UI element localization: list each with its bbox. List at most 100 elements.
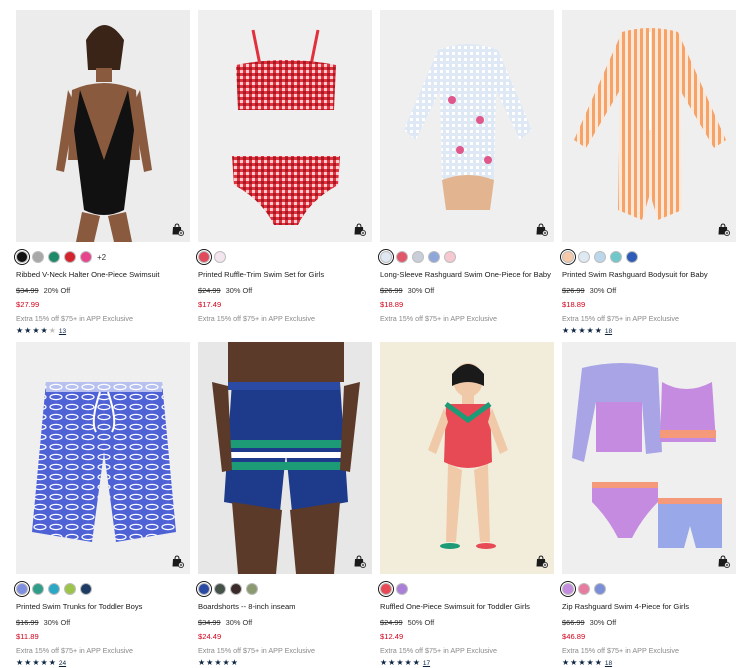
color-swatch[interactable] — [560, 249, 576, 265]
rating[interactable]: ★ ★ ★ ★ ★ 24 — [16, 659, 190, 667]
color-swatch[interactable] — [80, 583, 92, 595]
product-card[interactable]: Printed Ruffle-Trim Swim Set for Girls $… — [196, 10, 372, 342]
add-to-bag-icon[interactable] — [534, 554, 548, 568]
original-price: $66.99 — [562, 618, 585, 627]
color-swatch[interactable] — [412, 251, 424, 263]
star-icon: ★ — [570, 658, 578, 667]
color-swatch[interactable] — [196, 581, 212, 597]
color-swatch[interactable] — [378, 581, 394, 597]
color-swatch[interactable] — [626, 251, 638, 263]
add-to-bag-icon[interactable] — [716, 222, 730, 236]
add-to-bag-icon[interactable] — [170, 554, 184, 568]
sale-price: $18.89 — [562, 300, 586, 309]
star-icon: ★ — [214, 658, 222, 667]
color-swatch[interactable] — [14, 581, 30, 597]
color-swatch[interactable] — [560, 581, 576, 597]
product-image[interactable] — [562, 10, 736, 242]
review-count[interactable]: 18 — [605, 328, 612, 335]
rating[interactable]: ★ ★ ★ ★ ★ 13 — [16, 327, 190, 335]
add-to-bag-icon[interactable] — [352, 222, 366, 236]
rating[interactable]: ★ ★ ★ ★ ★ 17 — [380, 659, 554, 667]
review-count[interactable]: 17 — [423, 660, 430, 667]
more-colors-label[interactable]: +2 — [97, 253, 106, 262]
product-card[interactable]: Zip Rashguard Swim 4-Piece for Girls $66… — [560, 342, 736, 668]
price-line: $66.99 30% Off — [562, 618, 736, 628]
product-image[interactable] — [198, 342, 372, 574]
product-name[interactable]: Printed Ruffle-Trim Swim Set for Girls — [198, 270, 372, 280]
star-icon: ★ — [594, 326, 602, 335]
color-swatch[interactable] — [48, 251, 60, 263]
add-to-bag-icon[interactable] — [352, 554, 366, 568]
color-swatch[interactable] — [196, 249, 212, 265]
color-swatch[interactable] — [214, 251, 226, 263]
product-card[interactable]: Boardshorts -- 8-inch inseam $34.99 30% … — [196, 342, 372, 668]
color-swatch[interactable] — [444, 251, 456, 263]
product-image[interactable] — [198, 10, 372, 242]
color-swatch[interactable] — [32, 583, 44, 595]
color-swatch[interactable] — [428, 251, 440, 263]
price-line: $34.99 20% Off — [16, 286, 190, 296]
product-image[interactable] — [562, 342, 736, 574]
product-name[interactable]: Long-Sleeve Rashguard Swim One-Piece for… — [380, 270, 554, 280]
star-rating: ★ ★ ★ ★ ★ — [16, 659, 56, 667]
rating[interactable]: ★ ★ ★ ★ ★ 18 — [562, 327, 736, 335]
add-to-bag-icon[interactable] — [170, 222, 184, 236]
star-icon: ★ — [586, 658, 594, 667]
product-card[interactable]: Printed Swim Trunks for Toddler Boys $16… — [14, 342, 190, 668]
star-rating: ★ ★ ★ ★ ★ — [562, 659, 602, 667]
star-icon: ★ — [32, 658, 40, 667]
color-swatch[interactable] — [14, 249, 30, 265]
star-icon: ★ — [586, 326, 594, 335]
product-card[interactable]: +2 Ribbed V-Neck Halter One-Piece Swimsu… — [14, 10, 190, 342]
color-swatch[interactable] — [578, 251, 590, 263]
star-icon: ★ — [206, 658, 214, 667]
boardshorts-model-image — [212, 342, 360, 574]
star-icon: ★ — [24, 658, 32, 667]
discount-label: 30% Off — [225, 618, 253, 627]
review-count[interactable]: 24 — [59, 660, 66, 667]
product-card[interactable]: Long-Sleeve Rashguard Swim One-Piece for… — [378, 10, 554, 342]
product-image[interactable] — [16, 342, 190, 574]
promo-text: Extra 15% off $75+ in APP Exclusive — [380, 314, 497, 323]
toddler-swimsuit-image — [428, 363, 508, 549]
review-count[interactable]: 13 — [59, 328, 66, 335]
color-swatch[interactable] — [246, 583, 258, 595]
color-swatch[interactable] — [396, 251, 408, 263]
color-swatch[interactable] — [32, 251, 44, 263]
rating[interactable]: ★ ★ ★ ★ ★ — [198, 659, 372, 667]
rating[interactable]: ★ ★ ★ ★ ★ 18 — [562, 659, 736, 667]
star-icon: ★ — [388, 658, 396, 667]
color-swatch[interactable] — [378, 249, 394, 265]
color-swatch[interactable] — [396, 583, 408, 595]
product-name[interactable]: Boardshorts -- 8-inch inseam — [198, 602, 372, 612]
color-swatch[interactable] — [594, 251, 606, 263]
color-swatch[interactable] — [594, 583, 606, 595]
four-piece-set-image — [572, 363, 722, 548]
color-swatch[interactable] — [214, 583, 226, 595]
product-image[interactable] — [380, 10, 554, 242]
review-count[interactable]: 18 — [605, 660, 612, 667]
color-swatches: +2 — [14, 249, 190, 265]
promo-text: Extra 15% off $75+ in APP Exclusive — [16, 314, 133, 323]
add-to-bag-icon[interactable] — [534, 222, 548, 236]
color-swatch[interactable] — [610, 251, 622, 263]
product-card[interactable]: Ruffled One-Piece Swimsuit for Toddler G… — [378, 342, 554, 668]
color-swatch[interactable] — [578, 583, 590, 595]
product-image[interactable] — [380, 342, 554, 574]
product-name[interactable]: Printed Swim Rashguard Bodysuit for Baby — [562, 270, 736, 280]
product-image[interactable] — [16, 10, 190, 242]
original-price: $24.99 — [198, 286, 221, 295]
color-swatch[interactable] — [230, 583, 242, 595]
discount-label: 30% Off — [43, 618, 71, 627]
color-swatch[interactable] — [64, 583, 76, 595]
product-name[interactable]: Printed Swim Trunks for Toddler Boys — [16, 602, 190, 612]
color-swatch[interactable] — [80, 251, 92, 263]
color-swatch[interactable] — [64, 251, 76, 263]
product-name[interactable]: Zip Rashguard Swim 4-Piece for Girls — [562, 602, 736, 612]
product-card[interactable]: Printed Swim Rashguard Bodysuit for Baby… — [560, 10, 736, 342]
product-name[interactable]: Ruffled One-Piece Swimsuit for Toddler G… — [380, 602, 554, 612]
add-to-bag-icon[interactable] — [716, 554, 730, 568]
original-price: $16.99 — [16, 618, 39, 627]
product-name[interactable]: Ribbed V-Neck Halter One-Piece Swimsuit — [16, 270, 190, 280]
color-swatch[interactable] — [48, 583, 60, 595]
